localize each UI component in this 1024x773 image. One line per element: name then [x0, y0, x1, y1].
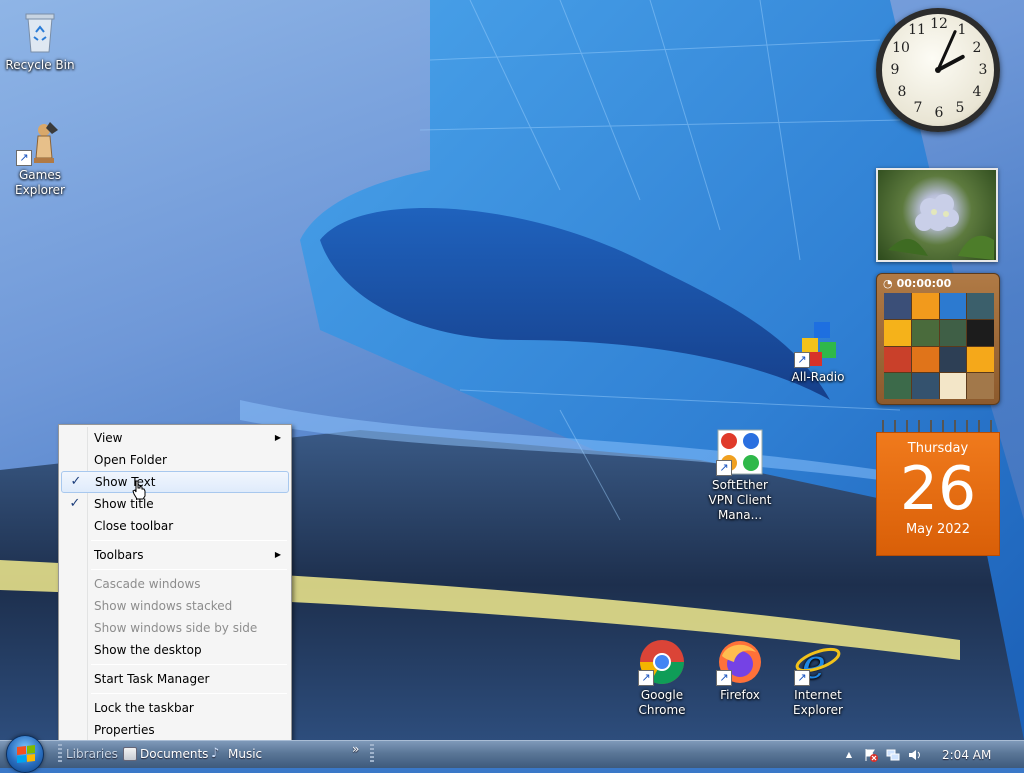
shortcut-arrow-icon: ↗ [716, 460, 732, 476]
shortcut-arrow-icon: ↗ [794, 670, 810, 686]
firefox-icon: ↗ [716, 638, 764, 686]
notification-area: ▲ 2:04 AM [834, 741, 1024, 768]
menu-item-label: Show windows side by side [94, 621, 258, 635]
hydrangea-photo [888, 194, 994, 260]
menu-item-open-folder[interactable]: Open Folder [61, 449, 289, 471]
menu-item-show-windows-stacked: Show windows stacked [61, 595, 289, 617]
chevron-icon: » [352, 742, 360, 756]
calendar-rings [876, 420, 1000, 432]
menu-item-label: Lock the taskbar [94, 701, 194, 715]
puzzle-grid[interactable] [884, 293, 994, 399]
windows-logo-icon [17, 745, 35, 763]
shortcut-arrow-icon: ↗ [638, 670, 654, 686]
checkmark-icon: ✓ [69, 496, 81, 511]
calendar-day: 26 [899, 454, 977, 524]
start-button[interactable] [6, 735, 44, 773]
menu-separator [91, 693, 287, 694]
submenu-arrow-icon: ▶ [274, 433, 281, 442]
toolbar-item-label: Documents [140, 747, 209, 761]
menu-separator [91, 664, 287, 665]
music-note-icon: ♪ [211, 746, 220, 761]
desktop-icon-label: Google Chrome [638, 688, 686, 717]
shortcut-arrow-icon: ↗ [716, 670, 732, 686]
menu-item-show-the-desktop[interactable]: Show the desktop [61, 639, 289, 661]
show-hidden-icons-button[interactable]: ▲ [842, 748, 856, 762]
google-chrome-shortcut[interactable]: ↗ Google Chrome [622, 638, 702, 718]
desktop-icon-label: Recycle Bin [5, 58, 75, 72]
menu-item-show-text[interactable]: ✓ Show Text [61, 471, 289, 493]
toolbar-overflow-chevron[interactable]: » [352, 740, 359, 758]
colored-cubes-icon: ↗ [794, 320, 842, 368]
taskbar-toolbar-context-menu: View ▶ Open Folder ✓ Show Text ✓ Show ti… [58, 424, 292, 748]
all-radio-shortcut[interactable]: ↗ All-Radio [778, 320, 858, 385]
menu-item-label: Show Text [95, 475, 156, 489]
timer-icon: ◔ [883, 276, 893, 290]
calendar-page: Thursday 26 May 2022 [876, 432, 1000, 556]
menu-item-label: Properties [94, 723, 155, 737]
menu-item-label: Start Task Manager [94, 672, 210, 686]
menu-separator [91, 540, 287, 541]
softether-vpn-icon: ↗ [716, 428, 764, 476]
menu-item-view[interactable]: View ▶ [61, 427, 289, 449]
shortcut-arrow-icon: ↗ [794, 352, 810, 368]
clock-gadget[interactable]: 12 1 2 3 4 5 6 7 8 9 10 11 [876, 8, 1000, 132]
menu-item-label: Open Folder [94, 453, 167, 467]
desktop-icon-label: Internet Explorer [793, 688, 843, 717]
softether-vpn-shortcut[interactable]: ↗ SoftEther VPN Client Mana... [700, 428, 780, 523]
menu-item-show-title[interactable]: ✓ Show title [61, 493, 289, 515]
desktop-icon-label: SoftEther VPN Client Mana... [708, 478, 772, 522]
submenu-arrow-icon: ▶ [274, 550, 281, 559]
menu-item-label: Close toolbar [94, 519, 174, 533]
puzzle-timer: 00:00:00 [896, 276, 952, 290]
volume-speaker-icon[interactable] [908, 748, 922, 762]
menu-item-show-windows-side-by-side: Show windows side by side [61, 617, 289, 639]
system-clock[interactable]: 2:04 AM [942, 748, 991, 762]
desktop-icon-label: Firefox [720, 688, 760, 702]
toolbar-item-label: Libraries [66, 747, 118, 761]
toolbar-item-music[interactable]: ♪ Music [211, 745, 262, 763]
menu-item-label: Show the desktop [94, 643, 202, 657]
toolbar-item-label: Music [228, 747, 263, 761]
recycle-bin-icon-shortcut[interactable]: Recycle Bin [0, 8, 80, 73]
menu-item-properties[interactable]: Properties [61, 719, 289, 741]
menu-item-toolbars[interactable]: Toolbars ▶ [61, 544, 289, 566]
menu-item-label: Show windows stacked [94, 599, 233, 613]
checkmark-icon: ✓ [70, 474, 82, 489]
action-center-flag-icon[interactable] [864, 748, 878, 762]
shortcut-arrow-icon: ↗ [16, 150, 32, 166]
menu-item-lock-the-taskbar[interactable]: Lock the taskbar [61, 697, 289, 719]
chess-pieces-icon: ↗ [16, 118, 64, 166]
internet-explorer-icon: e ↗ [794, 638, 842, 688]
firefox-shortcut[interactable]: ↗ Firefox [700, 638, 780, 703]
menu-separator [91, 569, 287, 570]
documents-icon [123, 747, 137, 761]
menu-item-start-task-manager[interactable]: Start Task Manager [61, 668, 289, 690]
chrome-icon: ↗ [638, 638, 686, 686]
games-explorer-shortcut[interactable]: ↗ Games Explorer [0, 118, 80, 198]
menu-item-label: Cascade windows [94, 577, 201, 591]
menu-item-label: View [94, 431, 123, 445]
toolbar-grip[interactable] [370, 744, 374, 762]
picture-puzzle-gadget[interactable]: ◔ 00:00:00 [876, 273, 1000, 405]
hand-cursor-icon [132, 480, 146, 500]
recycle-bin-icon [16, 8, 64, 56]
menu-item-label: Toolbars [94, 548, 144, 562]
puzzle-header: ◔ 00:00:00 [877, 274, 999, 292]
toolbar-item-documents[interactable]: Documents [123, 745, 208, 763]
clock-hands [935, 30, 965, 73]
desktop-icon-label: Games Explorer [15, 168, 65, 197]
slideshow-gadget[interactable] [876, 168, 998, 262]
internet-explorer-shortcut[interactable]: e ↗ Internet Explorer [778, 638, 858, 718]
calendar-month-year: May 2022 [905, 522, 971, 537]
network-icon[interactable] [886, 748, 900, 762]
menu-item-close-toolbar[interactable]: Close toolbar [61, 515, 289, 537]
menu-item-cascade-windows: Cascade windows [61, 573, 289, 595]
toolbar-grip[interactable] [58, 744, 62, 762]
desktop-icon-label: All-Radio [791, 370, 845, 384]
calendar-gadget[interactable]: Thursday 26 May 2022 [876, 420, 1000, 556]
calendar-weekday: Thursday [907, 441, 969, 456]
toolbar-item-libraries[interactable]: Libraries [66, 745, 118, 763]
